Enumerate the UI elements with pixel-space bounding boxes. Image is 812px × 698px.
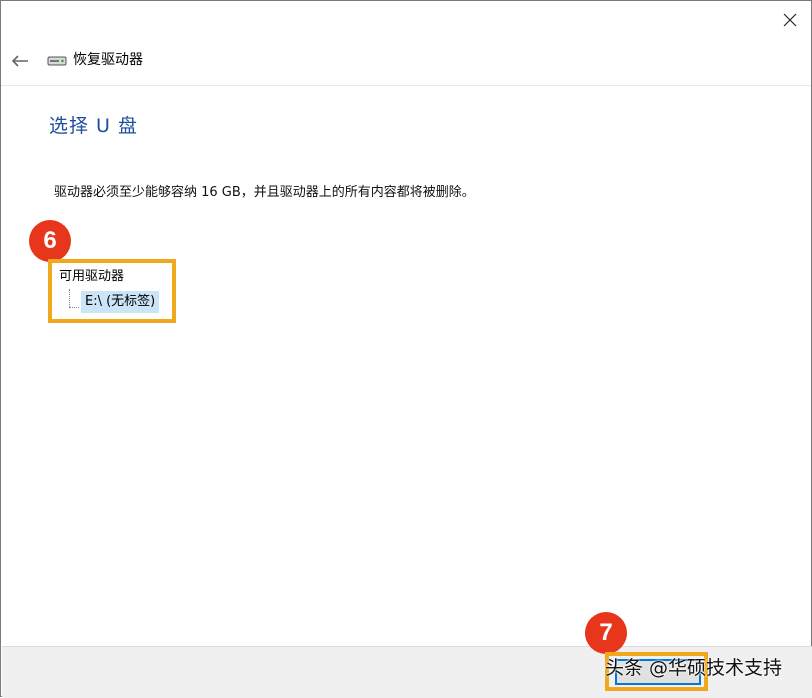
navigation-bar: 恢复驱动器 [1, 41, 811, 86]
window-title: 恢复驱动器 [73, 52, 143, 68]
tree-connector [69, 289, 70, 307]
recovery-drive-window: 恢复驱动器 选择 U 盘 驱动器必须至少能够容纳 16 GB，并且驱动器上的所有… [0, 0, 812, 698]
page-title: 选择 U 盘 [49, 115, 138, 137]
page-description: 驱动器必须至少能够容纳 16 GB，并且驱动器上的所有内容都将被删除。 [54, 185, 475, 200]
step-7-badge: 7 [585, 612, 627, 654]
back-button[interactable] [9, 51, 31, 71]
close-button[interactable] [775, 7, 805, 33]
watermark-text: 头条 @华硕技术支持 [605, 657, 783, 679]
close-icon [783, 13, 797, 27]
available-drives-header: 可用驱动器 [59, 269, 125, 284]
drive-icon [47, 56, 67, 66]
back-arrow-icon [11, 55, 28, 67]
available-drives-tree: 可用驱动器 E:\ (无标签) [59, 267, 160, 313]
step-6-badge: 6 [29, 220, 71, 262]
drive-item-e[interactable]: E:\ (无标签) [81, 291, 160, 313]
tree-connector [69, 307, 79, 308]
